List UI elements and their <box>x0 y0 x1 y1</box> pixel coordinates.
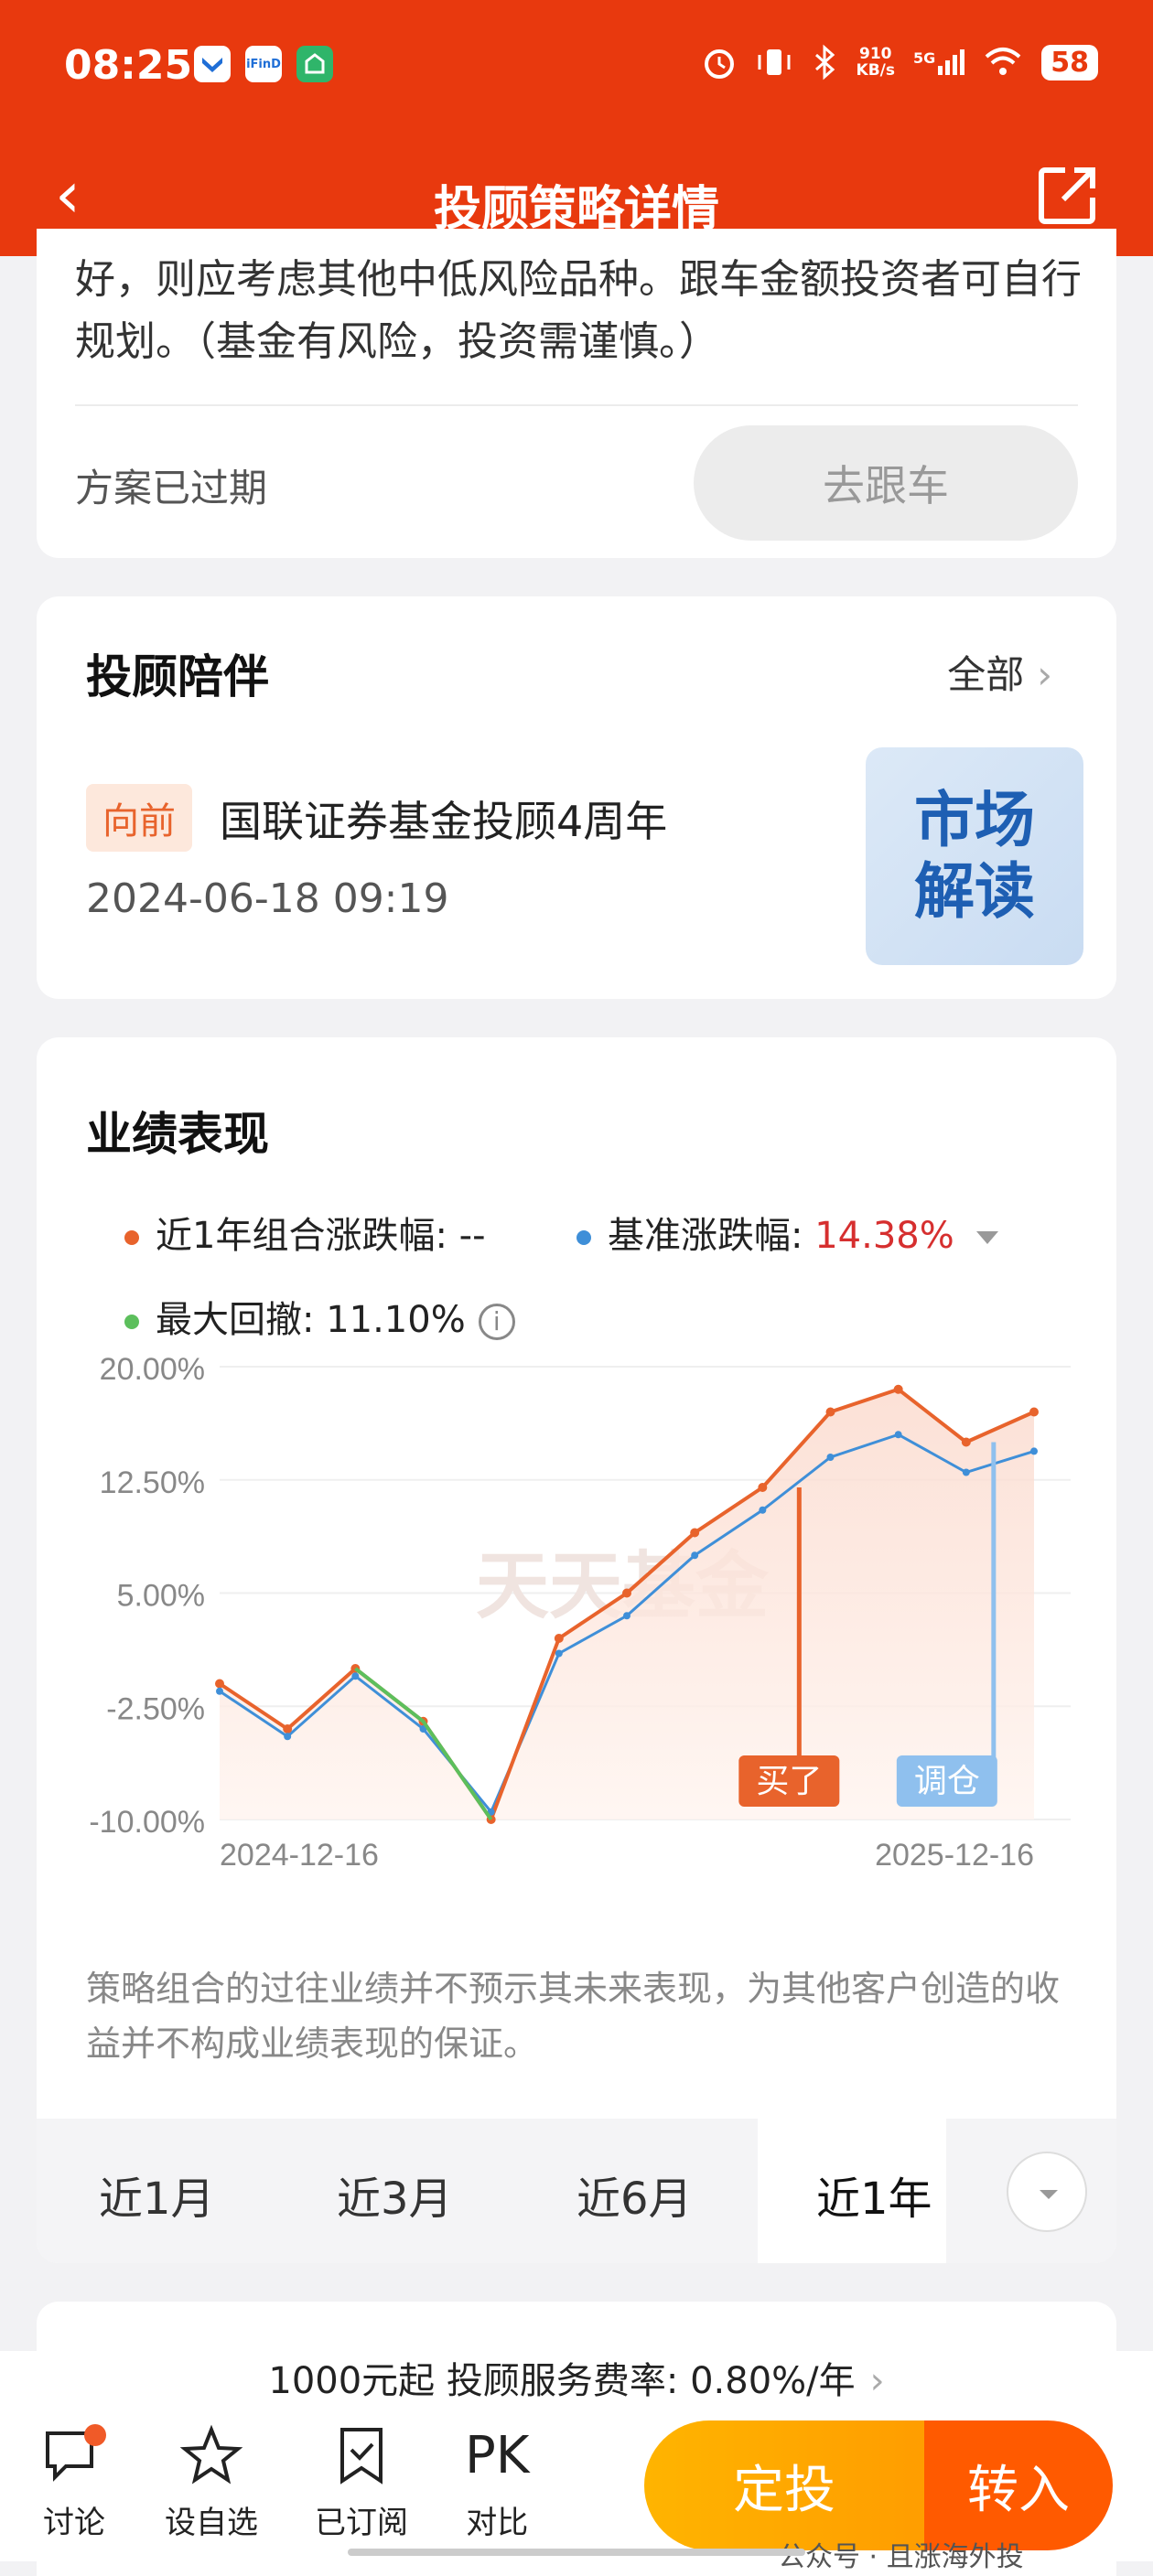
buy-marker-label: 买了 <box>756 1763 822 1800</box>
y-tick-label: -2.50% <box>106 1691 205 1726</box>
bookmark-check-icon <box>340 2428 383 2485</box>
info-icon[interactable]: i <box>478 1304 515 1340</box>
portfolio-point <box>825 1407 835 1417</box>
fee-info[interactable]: 1000元起 投顾服务费率: 0.80%/年 › <box>0 2351 1153 2406</box>
app-blue-icon <box>194 46 231 82</box>
ifind-app-icon: iFinD <box>245 46 282 82</box>
benchmark-point <box>555 1649 563 1658</box>
portfolio-point <box>961 1437 971 1447</box>
portfolio-point <box>690 1528 700 1538</box>
chevron-right-icon: › <box>869 2360 885 2402</box>
portfolio-point <box>215 1679 224 1689</box>
y-tick-label: 5.00% <box>117 1579 205 1614</box>
wifi-icon <box>985 48 1021 75</box>
portfolio-point <box>758 1483 768 1492</box>
green-app-icon <box>296 46 333 82</box>
benchmark-point <box>216 1687 223 1695</box>
plan-description: 好，则应考虑其他中低风险品种。跟车金额投资者可自行规划。（基金有风险，投资需谨慎… <box>75 256 1082 365</box>
y-tick-label: -10.00% <box>89 1805 205 1840</box>
news-tag: 向前 <box>86 784 192 852</box>
network-speed: 910 KB/s <box>856 45 895 80</box>
vibrate-icon <box>758 49 791 75</box>
benchmark-point <box>759 1506 767 1514</box>
legend-benchmark[interactable]: 基准涨跌幅: 14.38% <box>576 1206 998 1259</box>
legend-dot-benchmark <box>576 1230 591 1245</box>
tab-1y[interactable]: 近1年 <box>816 2163 932 2227</box>
disclaimer-text: 策略组合的过往业绩并不预示其未来表现，为其他客户创造的收益并不构成业绩表现的保证… <box>86 1969 1061 2064</box>
y-tick-label: 20.00% <box>100 1358 205 1387</box>
share-icon[interactable] <box>1038 165 1098 225</box>
legend-portfolio: 近1年组合涨跌幅: -- <box>124 1206 486 1259</box>
benchmark-point <box>826 1454 835 1461</box>
legend-dot-portfolio <box>124 1230 139 1245</box>
status-icons: 910 KB/s 5G 58 <box>701 44 1098 80</box>
performance-title: 业绩表现 <box>86 1108 269 1161</box>
portfolio-point <box>554 1634 564 1643</box>
benchmark-point <box>894 1431 902 1439</box>
benchmark-point <box>691 1551 699 1560</box>
tab-6m[interactable]: 近6月 <box>576 2163 693 2227</box>
compare-button[interactable]: PK 对比 <box>465 2424 530 2542</box>
y-tick-label: 12.50% <box>100 1465 205 1500</box>
news-thumbnail[interactable]: 市场解读 <box>866 747 1083 965</box>
view-all-link[interactable]: 全部 › <box>947 644 1052 700</box>
tab-3m[interactable]: 近3月 <box>337 2163 453 2227</box>
companion-title: 投顾陪伴 <box>86 650 269 703</box>
chevron-right-icon: › <box>1037 652 1052 697</box>
dropdown-triangle-icon <box>975 1231 998 1244</box>
benchmark-point <box>623 1612 630 1620</box>
signal-icon: 5G <box>913 49 965 75</box>
star-icon <box>179 2424 243 2485</box>
alarm-icon <box>704 49 734 79</box>
x-end-label: 2025-12-16 <box>875 1838 1034 1873</box>
more-periods-button[interactable] <box>1007 2152 1087 2232</box>
benchmark-point <box>962 1468 970 1476</box>
plan-card: 好，则应考虑其他中低风险品种。跟车金额投资者可自行规划。（基金有风险，投资需谨慎… <box>37 229 1116 558</box>
status-time: 08:25 <box>64 42 193 89</box>
benchmark-point <box>284 1733 292 1741</box>
discuss-button[interactable]: 讨论 <box>42 2424 106 2542</box>
news-title[interactable]: 国联证券基金投顾4周年 <box>220 789 667 849</box>
bluetooth-icon <box>814 44 835 80</box>
chevron-down-icon <box>1040 2190 1058 2199</box>
performance-card: 业绩表现 近1年组合涨跌幅: -- 基准涨跌幅: 14.38% 最大回撤: 11… <box>37 1037 1116 2263</box>
home-indicator[interactable] <box>348 2549 805 2556</box>
period-tabs: 近1月 近3月 近6月 近1年 <box>37 2119 1116 2263</box>
performance-chart: 20.00%12.50%5.00%-2.50%-10.00%天天基金买了 调仓20… <box>89 1358 1071 1873</box>
portfolio-point <box>622 1588 631 1598</box>
rebalance-marker-label: 调仓 <box>914 1763 980 1800</box>
battery-level: 58 <box>1041 44 1098 80</box>
add-watchlist-button[interactable]: 设自选 <box>165 2424 258 2542</box>
divider <box>75 404 1078 406</box>
watermark-text: 公众号 · 且涨海外投 <box>778 2541 1024 2573</box>
companion-card: 投顾陪伴 全部 › 向前 国联证券基金投顾4周年 2024-06-18 09:19… <box>37 596 1116 999</box>
plan-status: 方案已过期 <box>75 466 268 510</box>
benchmark-point <box>1030 1447 1038 1455</box>
transfer-in-button[interactable]: 转入 <box>924 2420 1113 2550</box>
portfolio-point <box>893 1384 903 1394</box>
portfolio-point <box>1029 1407 1039 1417</box>
legend-drawdown: 最大回撤: 11.10% i <box>124 1290 515 1343</box>
portfolio-area <box>220 1389 1034 1819</box>
x-start-label: 2024-12-16 <box>220 1838 379 1873</box>
benchmark-point <box>351 1672 360 1680</box>
follow-button[interactable]: 去跟车 <box>694 425 1078 541</box>
pk-icon: PK <box>465 2426 530 2485</box>
news-time: 2024-06-18 09:19 <box>86 875 449 922</box>
tab-1m[interactable]: 近1月 <box>99 2163 215 2227</box>
auto-invest-button[interactable]: 定投 <box>644 2420 924 2550</box>
portfolio-point <box>283 1724 293 1733</box>
subscribed-button[interactable]: 已订阅 <box>315 2424 408 2542</box>
status-bar: 08:25 iFinD 910 KB/s 5G 58 <box>0 0 1153 137</box>
legend-dot-drawdown <box>124 1315 139 1329</box>
chat-icon <box>46 2424 106 2482</box>
